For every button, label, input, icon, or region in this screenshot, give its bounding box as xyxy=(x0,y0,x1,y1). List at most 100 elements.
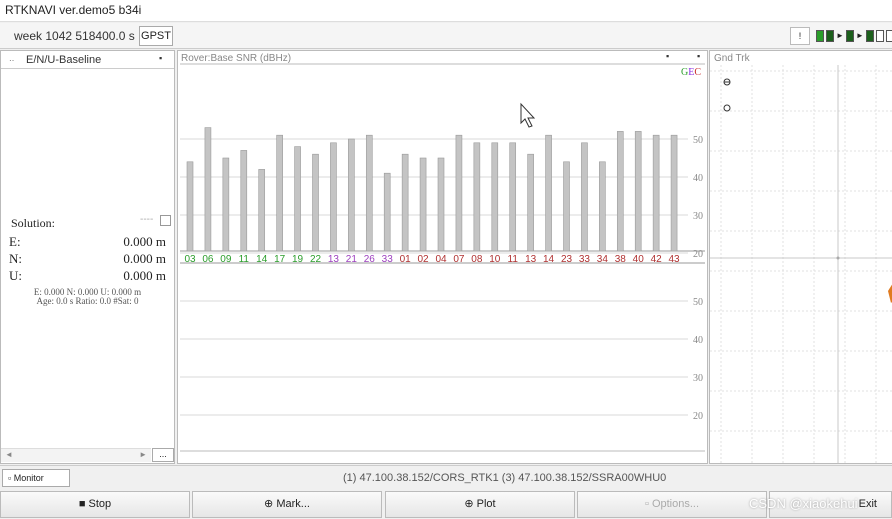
snr-bar xyxy=(670,134,678,252)
plot-icon: ⊕ xyxy=(464,498,477,510)
scroll-right-icon[interactable]: ► xyxy=(139,450,147,459)
status-dark-green-icon xyxy=(865,30,874,42)
status-dark-green-icon xyxy=(845,30,854,42)
plot-label: Plot xyxy=(476,498,496,510)
mark-icon: ⊕ xyxy=(264,498,277,510)
snr-bar xyxy=(527,153,534,252)
snr-bar xyxy=(222,157,230,252)
lower-y-tick-label: 20 xyxy=(693,411,703,422)
solution-label: Solution: xyxy=(11,216,56,230)
position-marker xyxy=(888,284,892,303)
snr-bar xyxy=(509,142,517,252)
stop-icon: ■ xyxy=(78,498,89,510)
watermark: CSDN @xiaokehui xyxy=(749,496,858,511)
e-value: 0.000 m xyxy=(123,234,166,249)
window-title: RTKNAVI ver.demo5 b34i xyxy=(5,3,142,17)
scroll-left-icon[interactable]: ◄ xyxy=(5,450,13,459)
snr-bar xyxy=(563,161,570,252)
ground-track-plot[interactable] xyxy=(710,51,892,463)
snr-bar xyxy=(383,172,391,252)
drag-handle-icon[interactable]: ‥ xyxy=(9,54,14,63)
time-toolbar: week 1042 518400.0 s GPST ! ► ► xyxy=(0,23,892,49)
snr-chart: 2030405003 06 09 11 14 17 19 22 13 21 26 33 01 02 04 07… xyxy=(180,63,705,452)
snr-bar xyxy=(419,157,427,252)
snr-bar xyxy=(240,150,248,252)
snr-panel-title[interactable]: Rover:Base SNR (dBHz) xyxy=(181,53,291,64)
baseline-panel: ‥ E/N/U-Baseline ▪ Solution: ---- E: 0.0… xyxy=(0,50,175,464)
indicator-button[interactable]: ! xyxy=(790,27,810,45)
snr-bar xyxy=(330,142,337,252)
lower-y-tick-label: 40 xyxy=(693,335,703,346)
solution-indicator xyxy=(160,215,171,226)
snr-bar xyxy=(491,142,499,252)
lower-y-tick-label: 50 xyxy=(693,297,703,308)
status-green-icon xyxy=(816,30,824,42)
arrow-right-icon: ► xyxy=(855,31,864,40)
panel-menu-icon[interactable]: ▪ xyxy=(666,51,669,61)
constellation-legend: GEC xyxy=(681,67,701,78)
mark-label: Mark... xyxy=(276,498,310,510)
stream-status-indicators: ► ► xyxy=(816,29,892,43)
legend-beidou: C xyxy=(694,67,702,78)
panel-menu-icon[interactable]: ▪ xyxy=(159,53,162,63)
stop-button[interactable]: ■ Stop xyxy=(0,491,190,518)
u-label: U: xyxy=(9,268,22,283)
time-display[interactable]: week 1042 518400.0 s xyxy=(14,29,135,43)
track-origin xyxy=(836,256,840,260)
status-empty-icon xyxy=(885,30,892,42)
u-value: 0.000 m xyxy=(123,268,166,283)
more-button[interactable]: ... xyxy=(152,448,174,462)
options-icon: ▫ xyxy=(644,498,652,510)
horizontal-scrollbar[interactable]: ◄ ► xyxy=(1,448,151,462)
n-label: N: xyxy=(9,251,22,266)
status-bar: ▫ Monitor (1) 47.100.38.152/CORS_RTK1 (3… xyxy=(0,465,892,489)
plot-button[interactable]: ⊕ Plot xyxy=(385,491,575,518)
snr-bar xyxy=(545,134,552,252)
snr-bar xyxy=(204,127,212,252)
snr-bar xyxy=(616,131,624,252)
exit-label: Exit xyxy=(858,498,877,510)
snr-bar xyxy=(365,134,373,252)
title-bar: RTKNAVI ver.demo5 b34i xyxy=(0,0,892,22)
monitor-button[interactable]: ▫ Monitor xyxy=(2,469,70,487)
upper-y-tick-label: 30 xyxy=(693,211,703,222)
arrow-right-icon: ► xyxy=(836,31,844,40)
ground-track-title[interactable]: Gnd Trk xyxy=(714,53,750,64)
e-label: E: xyxy=(9,234,21,249)
snr-bar xyxy=(634,131,642,252)
snr-bar xyxy=(348,138,355,252)
time-system-button[interactable]: GPST xyxy=(139,26,173,46)
snr-panel: 20 30 40 50 03 06 09 11 14 17 19 22 13 21 26 33 01 02 04 07… xyxy=(177,50,708,464)
ground-track-panel: Gnd Trk xyxy=(709,50,892,464)
snr-bar xyxy=(276,134,283,252)
snr-bar xyxy=(401,153,409,252)
solution-status: ---- xyxy=(140,214,154,225)
snr-bar xyxy=(652,134,660,252)
upper-y-tick-label: 20 xyxy=(693,249,703,260)
options-button[interactable]: ▫ Options... xyxy=(577,491,767,518)
stream-status-text: (1) 47.100.38.152/CORS_RTK1 (3) 47.100.3… xyxy=(343,472,667,484)
options-label: Options... xyxy=(651,498,700,510)
snr-bar xyxy=(437,157,445,252)
zoom-out-icon xyxy=(723,104,731,112)
snr-bar xyxy=(312,153,319,252)
snr-bar xyxy=(186,161,194,252)
status-dark-green-icon xyxy=(826,30,834,42)
snr-bar xyxy=(473,142,481,252)
mouse-cursor-icon xyxy=(520,102,536,128)
snr-bar xyxy=(258,169,266,252)
lower-y-tick-label: 30 xyxy=(693,373,703,384)
snr-bar xyxy=(581,142,588,252)
baseline-panel-header: ‥ E/N/U-Baseline ▪ xyxy=(1,51,174,69)
mark-button[interactable]: ⊕ Mark... xyxy=(192,491,382,518)
n-value: 0.000 m xyxy=(123,251,166,266)
baseline-panel-title[interactable]: E/N/U-Baseline xyxy=(26,54,101,66)
monitor-label: Monitor xyxy=(13,473,44,483)
upper-y-tick-label: 50 xyxy=(693,135,703,146)
status-empty-icon xyxy=(875,30,884,42)
ratio-info: Age: 0.0 s Ratio: 0.0 #Sat: 0 xyxy=(36,296,139,306)
snr-bar xyxy=(599,161,606,252)
stop-label: Stop xyxy=(88,498,112,510)
upper-y-tick-label: 40 xyxy=(693,173,703,184)
panel-menu-icon[interactable]: ▪ xyxy=(697,51,700,61)
